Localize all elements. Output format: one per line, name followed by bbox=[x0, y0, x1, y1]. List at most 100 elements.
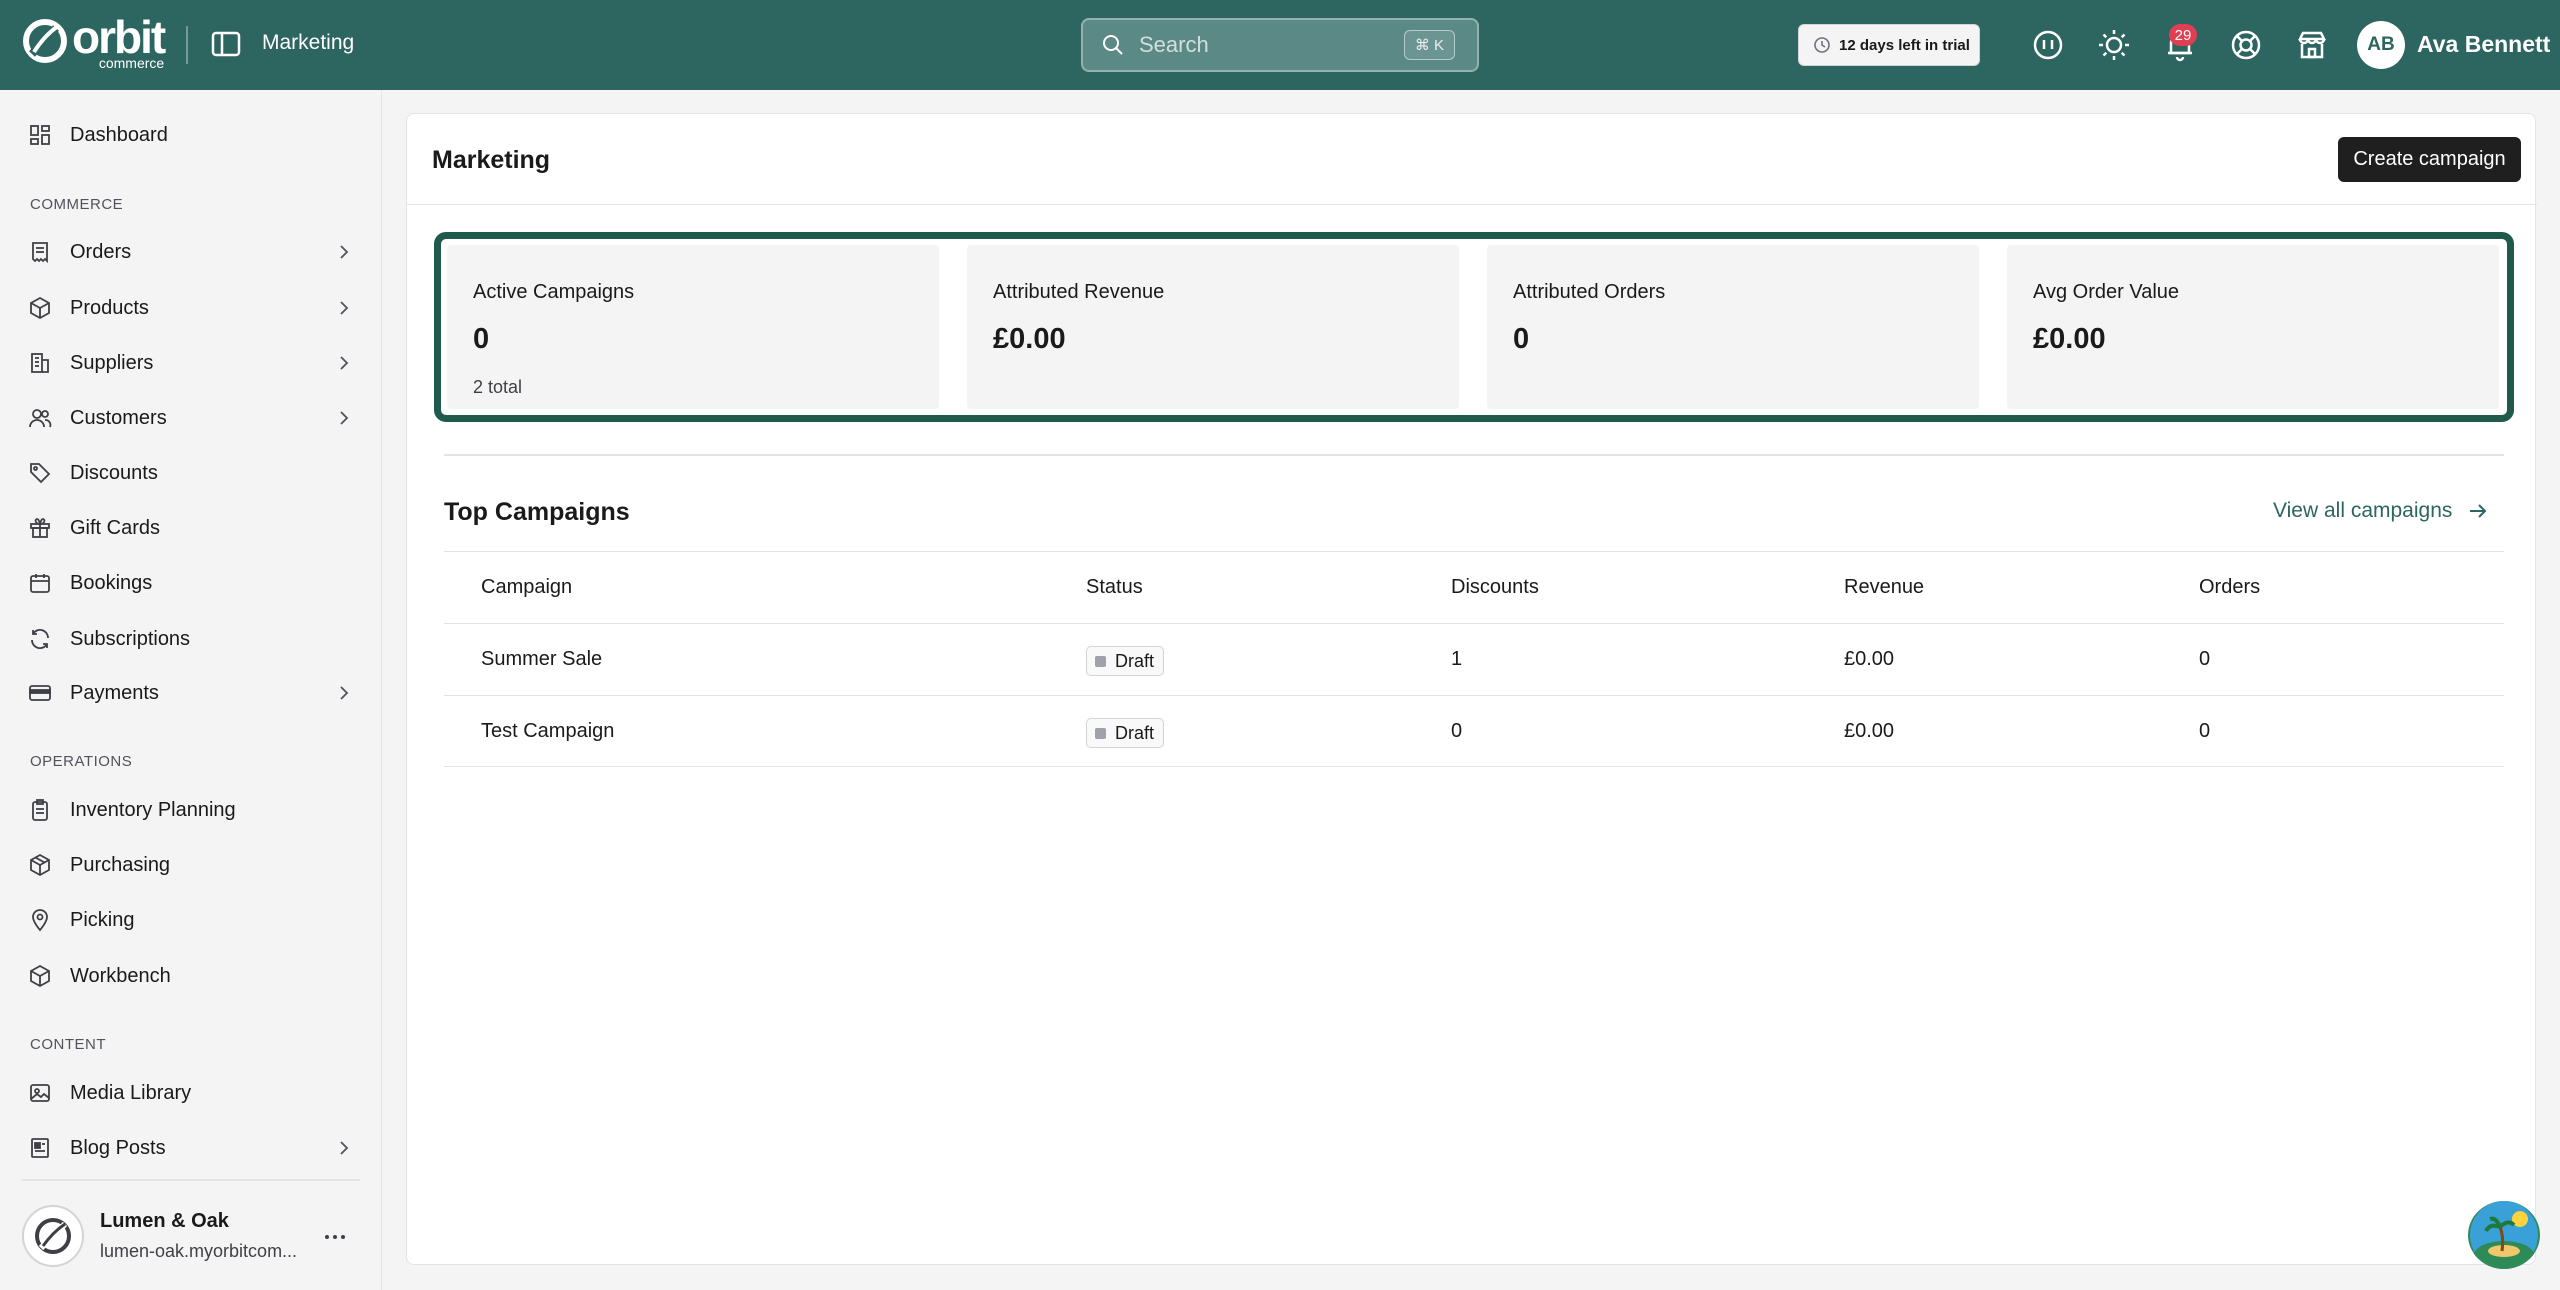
orders-count: 0 bbox=[2199, 648, 2211, 670]
chevron-right-icon bbox=[340, 301, 349, 315]
search-shortcut: ⌘ K bbox=[1403, 30, 1455, 60]
discount-tag-icon bbox=[30, 463, 51, 484]
status-dot bbox=[1095, 727, 1106, 739]
column-header-campaign[interactable]: Campaign bbox=[481, 576, 572, 599]
table-header-row: Campaign Status Discounts Revenue Orders bbox=[444, 551, 2504, 623]
search-input[interactable] bbox=[1139, 32, 1399, 58]
search-icon bbox=[1103, 35, 1123, 55]
sidebar-item-bookings[interactable]: Bookings bbox=[22, 561, 362, 605]
view-all-campaigns-link[interactable]: View all campaigns bbox=[2273, 499, 2490, 523]
revenue-value: £0.00 bbox=[1844, 648, 1895, 670]
stat-card-avg-order-value: Avg Order Value £0.00 bbox=[2007, 245, 2499, 409]
view-all-label: View all campaigns bbox=[2273, 499, 2453, 522]
island-avatar-icon bbox=[2470, 1201, 2538, 1269]
sidebar-item-dashboard[interactable]: Dashboard bbox=[22, 113, 362, 157]
user-avatar[interactable]: AB bbox=[2357, 21, 2405, 69]
theme-sun-icon[interactable] bbox=[2096, 27, 2132, 63]
column-header-status[interactable]: Status bbox=[1086, 576, 1143, 599]
header-divider bbox=[186, 26, 188, 64]
campaign-name[interactable]: Summer Sale bbox=[481, 648, 602, 671]
top-campaigns-title: Top Campaigns bbox=[444, 498, 630, 526]
store-switcher[interactable]: Lumen & Oak lumen-oak.myorbitcom... bbox=[22, 1196, 362, 1276]
create-campaign-button[interactable]: Create campaign bbox=[2338, 137, 2521, 182]
section-operations: OPERATIONS bbox=[30, 753, 133, 770]
sidebar: Dashboard COMMERCE Orders Products Suppl… bbox=[0, 90, 382, 1290]
storefront-icon[interactable] bbox=[2294, 27, 2330, 63]
dashboard-icon bbox=[30, 125, 50, 145]
sidebar-item-purchasing[interactable]: Purchasing bbox=[22, 843, 362, 887]
chat-help-bubble[interactable] bbox=[2468, 1201, 2540, 1269]
sidebar-item-label: Media Library bbox=[70, 1081, 192, 1104]
user-name[interactable]: Ava Bennett bbox=[2417, 31, 2550, 58]
stat-subtext: 2 total bbox=[473, 377, 523, 397]
search-box[interactable]: ⌘ K bbox=[1081, 18, 1479, 72]
stat-value: 0 bbox=[1513, 323, 1530, 355]
column-header-discounts[interactable]: Discounts bbox=[1451, 576, 1539, 599]
section-content: CONTENT bbox=[30, 1036, 106, 1053]
brand-logo[interactable]: orbit commerce bbox=[22, 14, 168, 71]
brand-tagline: commerce bbox=[98, 55, 165, 71]
sidebar-item-picking[interactable]: Picking bbox=[22, 898, 362, 942]
blog-document-icon bbox=[31, 1138, 49, 1158]
sidebar-item-blog-posts[interactable]: Blog Posts bbox=[22, 1126, 362, 1170]
sidebar-toggle-icon[interactable] bbox=[210, 28, 242, 60]
image-icon bbox=[30, 1084, 50, 1102]
sidebar-item-label: Blog Posts bbox=[70, 1136, 166, 1159]
sidebar-item-gift-cards[interactable]: Gift Cards bbox=[22, 506, 362, 550]
table-row[interactable]: Test Campaign Draft 0 £0.00 0 bbox=[444, 695, 2504, 767]
campaign-name[interactable]: Test Campaign bbox=[481, 720, 614, 743]
sidebar-item-label: Orders bbox=[70, 240, 132, 263]
main-panel: Marketing Create campaign Active Campaig… bbox=[406, 113, 2537, 1265]
trial-badge[interactable]: 12 days left in trial bbox=[1798, 24, 1980, 66]
sidebar-item-products[interactable]: Products bbox=[22, 286, 362, 330]
credit-card-icon bbox=[29, 685, 51, 701]
sidebar-item-label: Suppliers bbox=[70, 351, 154, 374]
feedback-icon[interactable] bbox=[2030, 27, 2066, 63]
help-lifebuoy-icon[interactable] bbox=[2228, 27, 2264, 63]
clipboard-icon bbox=[32, 799, 48, 821]
sidebar-item-discounts[interactable]: Discounts bbox=[22, 451, 362, 495]
orbit-logo-icon bbox=[23, 19, 67, 63]
sidebar-item-payments[interactable]: Payments bbox=[22, 671, 362, 715]
sidebar-item-subscriptions[interactable]: Subscriptions bbox=[22, 617, 362, 661]
workbench-box-icon bbox=[30, 964, 50, 988]
column-header-orders[interactable]: Orders bbox=[2199, 576, 2260, 599]
top-bar: orbit commerce Marketing ⌘ K 12 days lef… bbox=[0, 0, 2560, 90]
stat-value: 0 bbox=[473, 323, 490, 355]
gift-icon bbox=[30, 518, 50, 538]
trial-text: 12 days left in trial bbox=[1839, 36, 1970, 54]
status-badge: Draft bbox=[1086, 718, 1165, 748]
stat-label: Attributed Orders bbox=[1513, 281, 1666, 303]
sidebar-item-customers[interactable]: Customers bbox=[22, 396, 362, 440]
calendar-icon bbox=[30, 574, 50, 593]
discounts-count: 1 bbox=[1451, 648, 1463, 670]
header-title: Marketing bbox=[262, 31, 355, 54]
sidebar-item-media-library[interactable]: Media Library bbox=[22, 1071, 362, 1115]
column-header-revenue[interactable]: Revenue bbox=[1844, 576, 1924, 599]
section-divider bbox=[444, 454, 2504, 456]
store-logo bbox=[22, 1205, 84, 1267]
sidebar-item-workbench[interactable]: Workbench bbox=[22, 954, 362, 998]
clock-icon bbox=[1814, 37, 1830, 53]
notifications-badge: 29 bbox=[2169, 24, 2197, 46]
more-options-icon[interactable] bbox=[322, 1224, 348, 1250]
stat-value: £0.00 bbox=[993, 323, 1066, 355]
refresh-cycle-icon bbox=[31, 628, 49, 650]
stat-value: £0.00 bbox=[2033, 323, 2106, 355]
status-text: Draft bbox=[1115, 722, 1155, 743]
sidebar-item-orders[interactable]: Orders bbox=[22, 230, 362, 274]
sidebar-item-label: Bookings bbox=[70, 571, 153, 594]
orders-icon bbox=[32, 242, 48, 264]
sidebar-item-inventory-planning[interactable]: Inventory Planning bbox=[22, 788, 362, 832]
sidebar-item-suppliers[interactable]: Suppliers bbox=[22, 341, 362, 385]
status-badge: Draft bbox=[1086, 646, 1165, 676]
section-commerce: COMMERCE bbox=[30, 196, 124, 213]
customers-users-icon bbox=[29, 409, 52, 428]
sidebar-item-label: Subscriptions bbox=[70, 627, 191, 650]
purchasing-box-icon bbox=[30, 853, 50, 877]
stat-label: Active Campaigns bbox=[473, 281, 635, 303]
status-text: Draft bbox=[1115, 650, 1155, 671]
table-row[interactable]: Summer Sale Draft 1 £0.00 0 bbox=[444, 623, 2504, 695]
sidebar-item-label: Gift Cards bbox=[70, 516, 161, 539]
sidebar-item-label: Picking bbox=[70, 908, 135, 931]
